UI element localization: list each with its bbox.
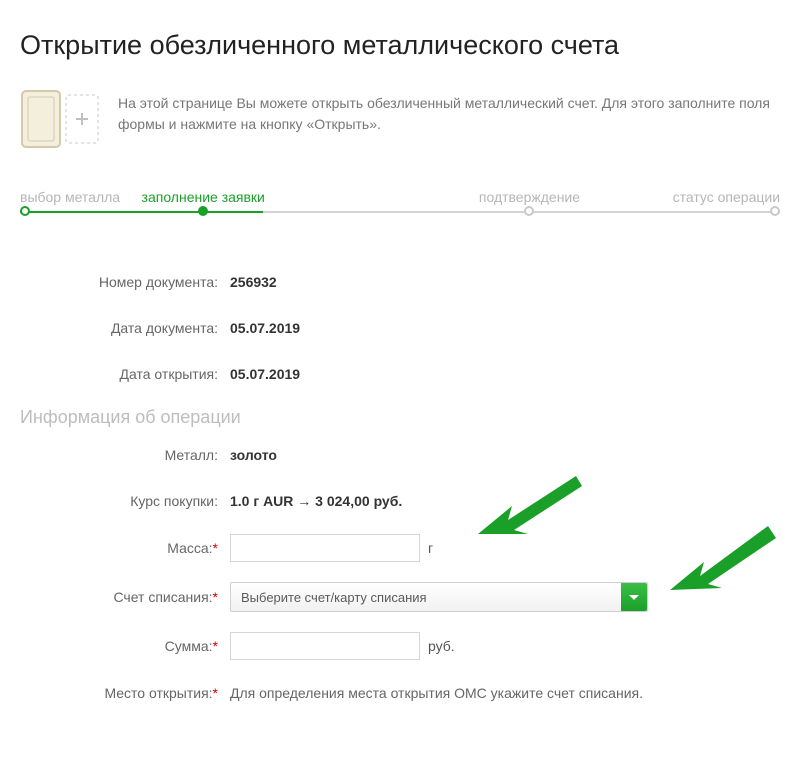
step-confirm: подтверждение bbox=[386, 189, 672, 205]
mass-input[interactable] bbox=[230, 534, 420, 562]
doc-number-label: Номер документа: bbox=[20, 274, 230, 290]
account-row: Счет списания:* Выберите счет/карту спис… bbox=[20, 582, 780, 612]
required-marker: * bbox=[213, 638, 218, 654]
sum-row: Сумма:* руб. bbox=[20, 632, 780, 660]
doc-date-label: Дата документа: bbox=[20, 320, 230, 336]
step-label: заполнение заявки bbox=[142, 189, 265, 205]
step-label: подтверждение bbox=[479, 189, 580, 205]
step-status: статус операции bbox=[673, 189, 780, 205]
operation-heading: Информация об операции bbox=[20, 407, 780, 428]
place-note: Для определения места открытия ОМС укажи… bbox=[230, 685, 643, 701]
mass-row: Масса:* г bbox=[20, 534, 780, 562]
sum-input[interactable] bbox=[230, 632, 420, 660]
metal-value: золото bbox=[230, 447, 277, 463]
required-marker: * bbox=[213, 589, 218, 605]
metal-label: Металл: bbox=[20, 447, 230, 463]
required-marker: * bbox=[213, 685, 218, 701]
step-form: заполнение заявки bbox=[60, 189, 346, 205]
place-label: Место открытия:* bbox=[20, 685, 230, 701]
mass-unit: г bbox=[428, 540, 433, 556]
required-marker: * bbox=[213, 540, 218, 556]
doc-date-row: Дата документа: 05.07.2019 bbox=[20, 315, 780, 341]
intro-text: На этой странице Вы можете открыть обезл… bbox=[118, 89, 780, 135]
chevron-down-icon[interactable] bbox=[621, 583, 647, 611]
doc-date-value: 05.07.2019 bbox=[230, 320, 300, 336]
account-select[interactable]: Выберите счет/карту списания bbox=[230, 582, 648, 612]
doc-number-value: 256932 bbox=[230, 274, 277, 290]
progress-stepper: выбор металла заполнение заявки подтверж… bbox=[20, 189, 780, 219]
operation-section: Металл: золото Курс покупки: 1.0 г AUR →… bbox=[20, 442, 780, 706]
open-date-value: 05.07.2019 bbox=[230, 366, 300, 382]
rate-label: Курс покупки: bbox=[20, 493, 230, 509]
document-section: Номер документа: 256932 Дата документа: … bbox=[20, 269, 780, 387]
place-row: Место открытия:* Для определения места о… bbox=[20, 680, 780, 706]
step-label: статус операции bbox=[673, 189, 780, 205]
intro-block: На этой странице Вы можете открыть обезл… bbox=[20, 89, 780, 149]
mass-label: Масса:* bbox=[20, 540, 230, 556]
sum-label: Сумма:* bbox=[20, 638, 230, 654]
rate-row: Курс покупки: 1.0 г AUR → 3 024,00 руб. bbox=[20, 488, 780, 514]
open-date-row: Дата открытия: 05.07.2019 bbox=[20, 361, 780, 387]
doc-number-row: Номер документа: 256932 bbox=[20, 269, 780, 295]
sum-unit: руб. bbox=[428, 638, 455, 654]
ingot-icon bbox=[20, 89, 100, 149]
account-label: Счет списания:* bbox=[20, 589, 230, 605]
rate-value: 1.0 г AUR → 3 024,00 руб. bbox=[230, 493, 402, 509]
metal-row: Металл: золото bbox=[20, 442, 780, 468]
page-title: Открытие обезличенного металлического сч… bbox=[20, 30, 780, 61]
open-date-label: Дата открытия: bbox=[20, 366, 230, 382]
